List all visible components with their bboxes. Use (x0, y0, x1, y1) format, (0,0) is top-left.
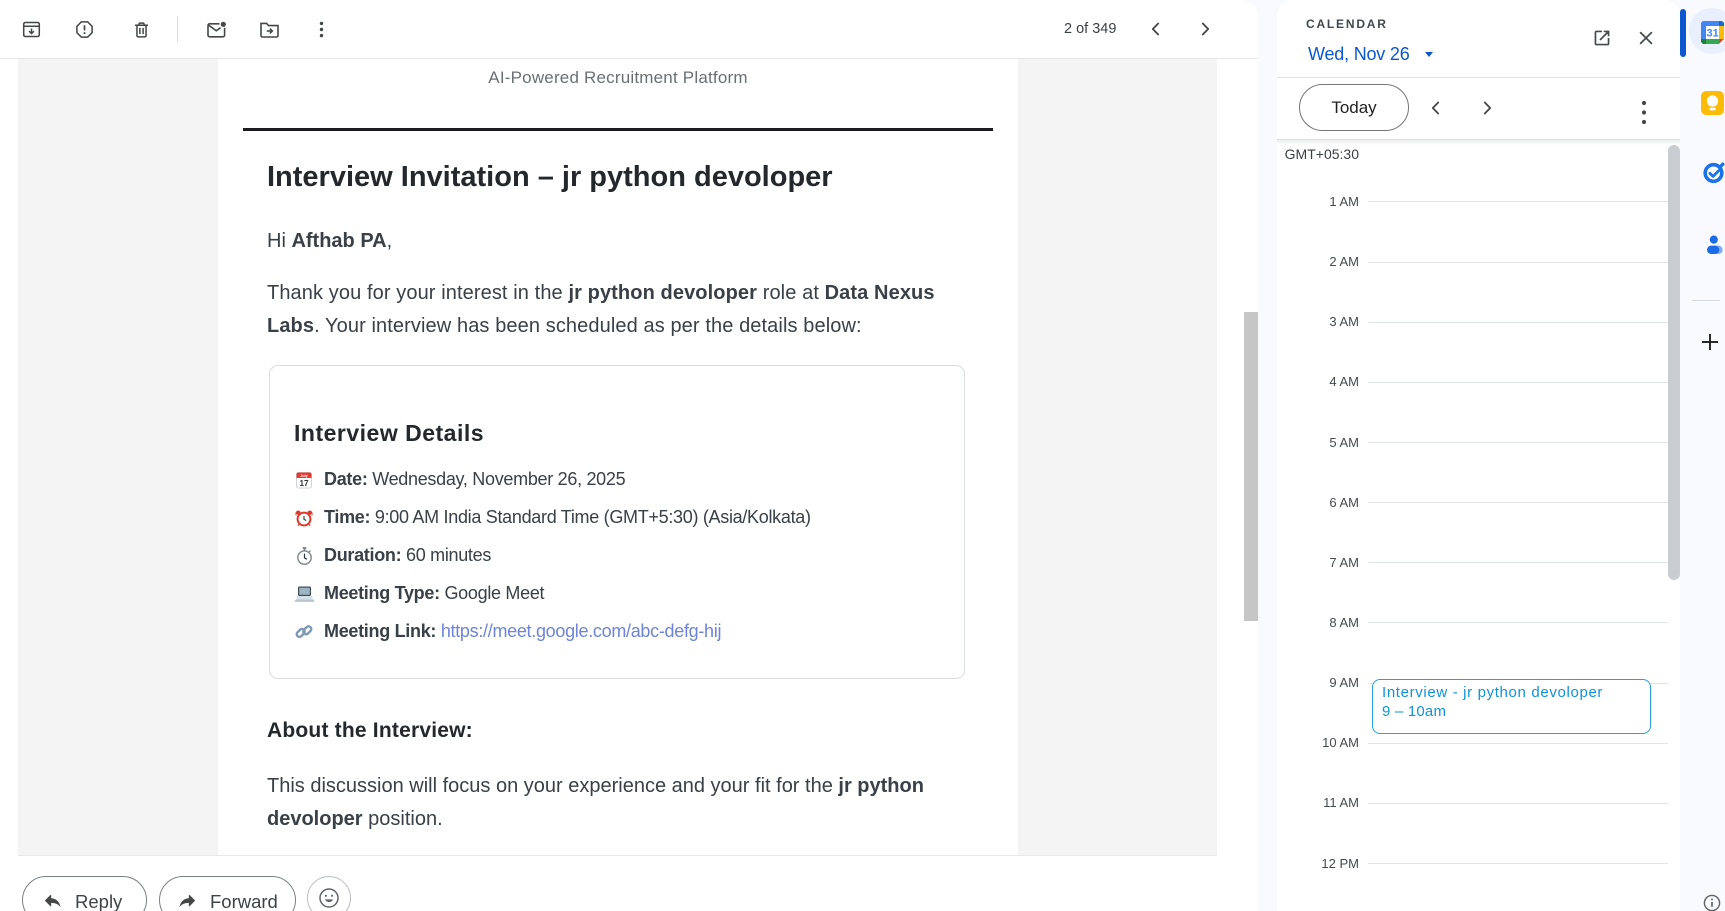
svg-text:17: 17 (299, 479, 309, 488)
svg-text:31: 31 (1706, 28, 1718, 40)
svg-text:July: July (300, 474, 307, 478)
